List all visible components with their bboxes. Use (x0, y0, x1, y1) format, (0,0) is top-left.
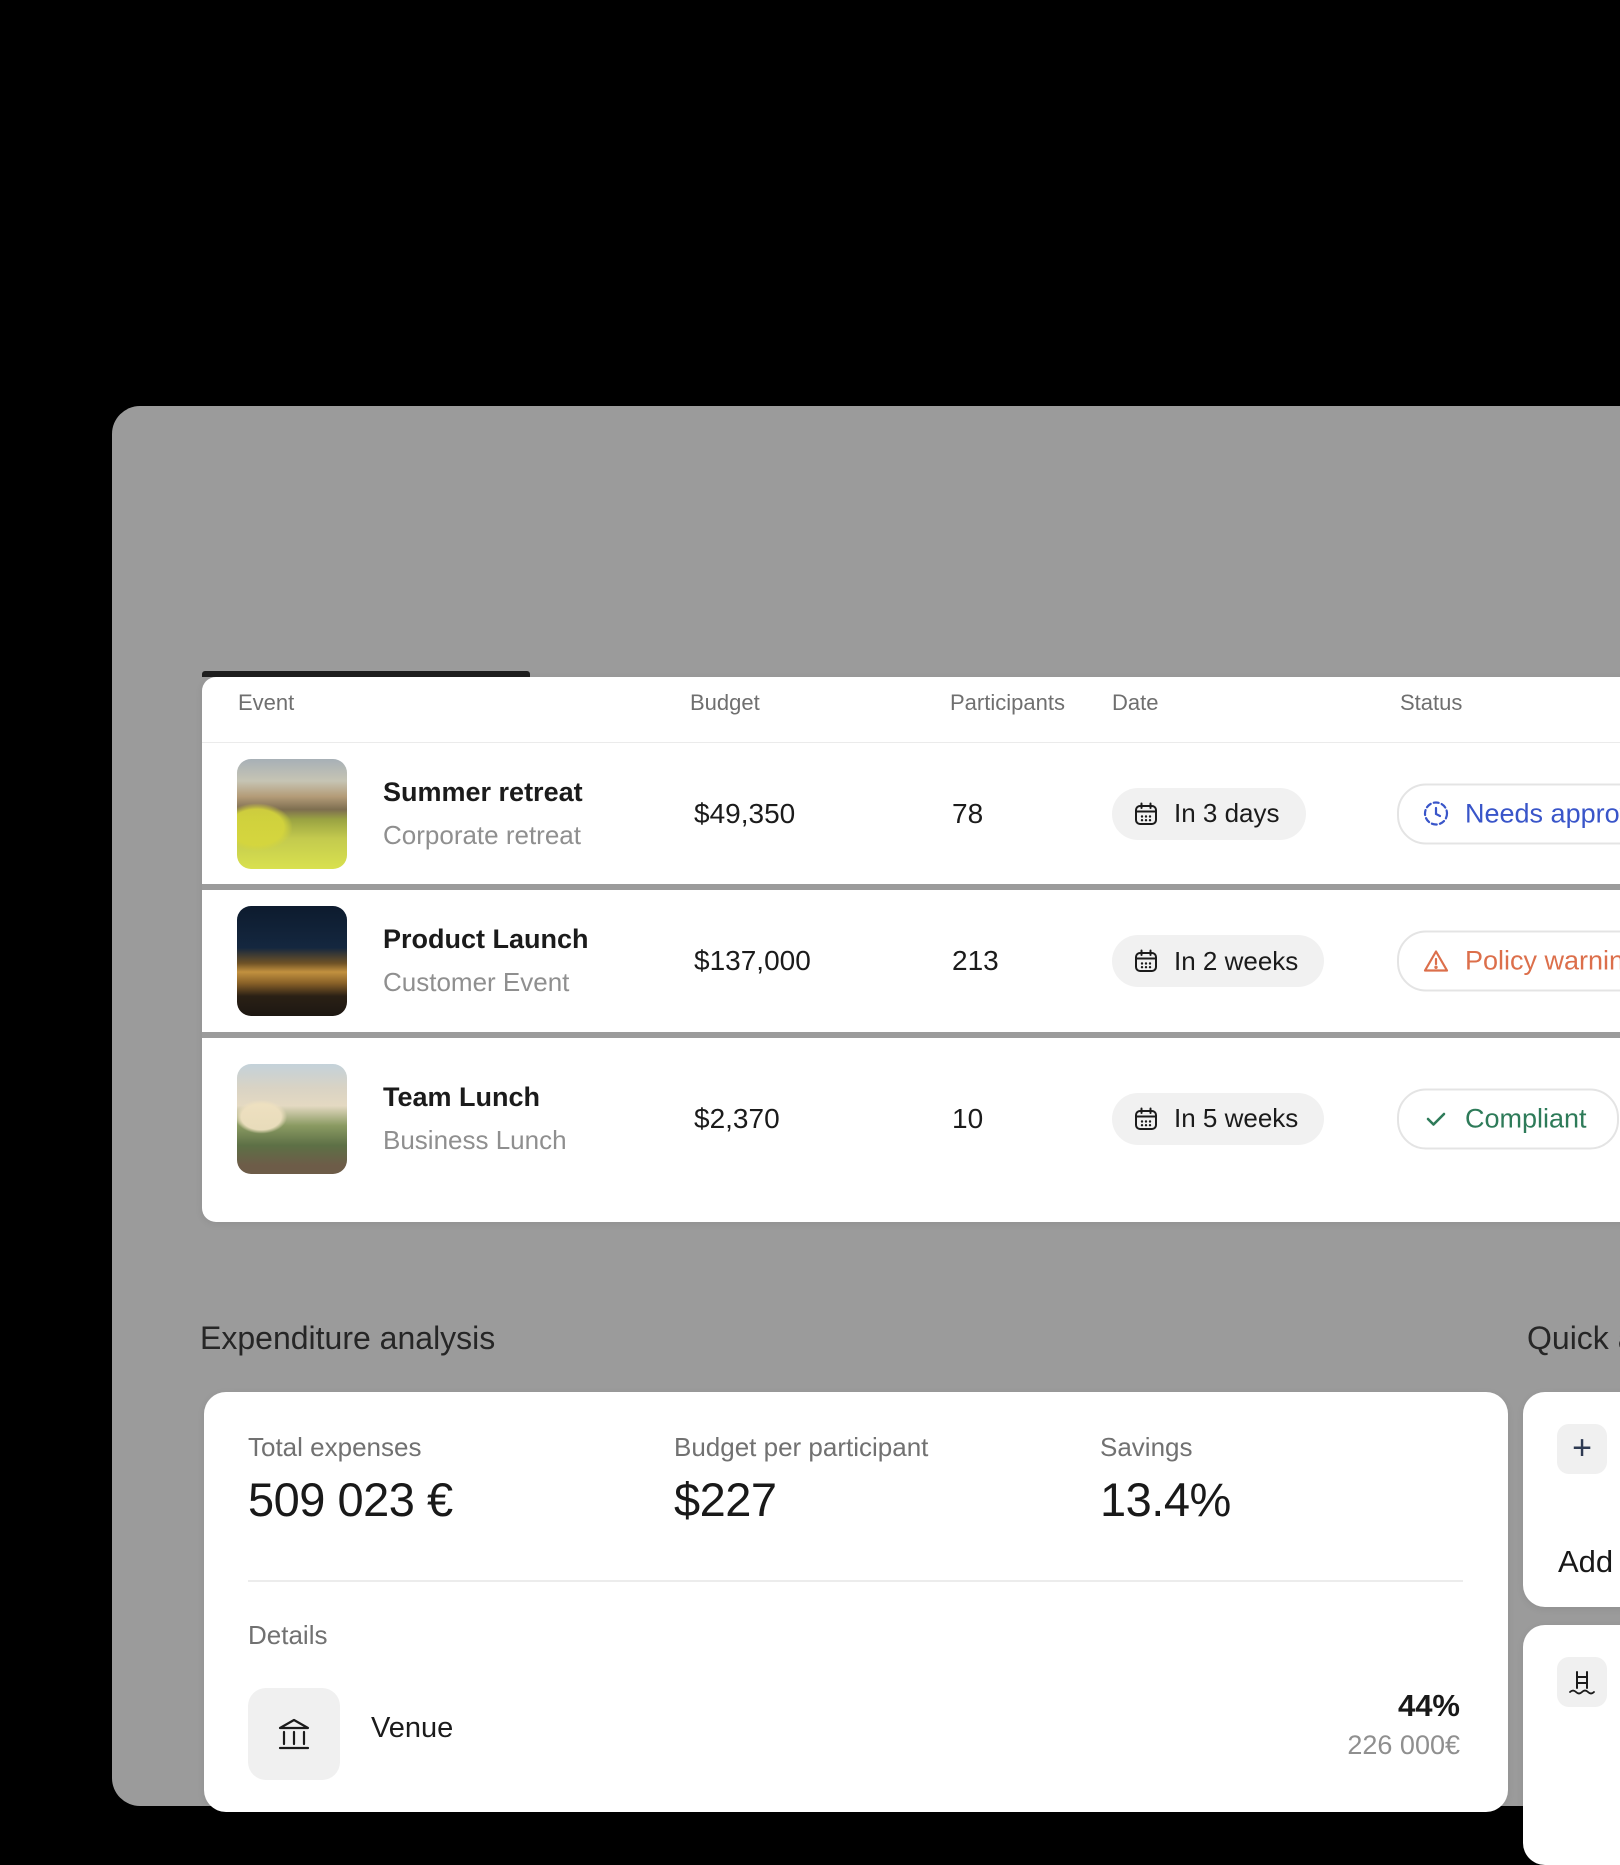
column-header-date: Date (1112, 690, 1158, 716)
column-header-budget: Budget (690, 690, 760, 716)
expenditure-analysis-card: Total expenses 509 023 € Budget per part… (204, 1392, 1508, 1812)
pool-ladder-icon (1566, 1666, 1598, 1698)
event-thumbnail-villa (237, 759, 347, 869)
pool-icon-tile (1557, 1657, 1607, 1707)
event-title: Summer retreat (383, 777, 583, 808)
status-badge-policy-warning: Policy warning (1397, 931, 1620, 992)
calendar-icon (1132, 947, 1160, 975)
stat-value-total-expenses: 509 023 € (248, 1472, 453, 1527)
detail-row-venue[interactable]: Venue 44% 226 000€ (204, 1680, 1508, 1780)
status-badge-compliant: Compliant (1397, 1088, 1619, 1149)
event-subtitle: Business Lunch (383, 1125, 567, 1156)
column-header-participants: Participants (950, 690, 1065, 716)
quick-action-label: Add event (1558, 1544, 1620, 1580)
check-icon (1421, 1104, 1451, 1134)
table-row-team-lunch[interactable]: Team Lunch Business Lunch $2,370 10 In 5… (202, 1038, 1620, 1222)
event-participants: 78 (952, 798, 983, 830)
status-badge-needs-approval: Needs approval (1397, 783, 1620, 844)
status-label: Policy warning (1465, 946, 1620, 977)
status-label: Compliant (1465, 1103, 1587, 1134)
event-budget: $49,350 (694, 798, 795, 830)
calendar-icon (1132, 1105, 1160, 1133)
event-thumbnail-terrace (237, 1064, 347, 1174)
analysis-divider (248, 1580, 1463, 1582)
pending-clock-icon (1421, 799, 1451, 829)
expenditure-analysis-heading: Expenditure analysis (200, 1320, 495, 1357)
event-date-label: In 2 weeks (1174, 946, 1298, 977)
column-header-status: Status (1400, 690, 1462, 716)
stat-value-budget-per-participant: $227 (674, 1472, 777, 1527)
event-participants: 10 (952, 1103, 983, 1135)
event-title: Team Lunch (383, 1082, 540, 1113)
event-date-label: In 5 weeks (1174, 1103, 1298, 1134)
stat-value-savings: 13.4% (1100, 1472, 1231, 1527)
stat-label-savings: Savings (1100, 1432, 1193, 1463)
event-budget: $137,000 (694, 945, 811, 977)
event-subtitle: Customer Event (383, 967, 569, 998)
detail-percent: 44% (1347, 1688, 1460, 1724)
details-label: Details (248, 1620, 327, 1651)
detail-amount: 226 000€ (1347, 1730, 1460, 1761)
calendar-icon (1132, 800, 1160, 828)
event-budget: $2,370 (694, 1103, 780, 1135)
event-date-chip: In 3 days (1112, 788, 1306, 840)
plus-icon: + (1572, 1431, 1592, 1465)
quick-action-leisure[interactable] (1523, 1625, 1620, 1865)
event-date-chip: In 5 weeks (1112, 1093, 1324, 1145)
stat-label-total-expenses: Total expenses (248, 1432, 421, 1463)
column-header-event: Event (238, 690, 294, 716)
detail-name: Venue (371, 1712, 453, 1745)
table-row-summer-retreat[interactable]: Summer retreat Corporate retreat $49,350… (202, 743, 1620, 884)
event-participants: 213 (952, 945, 999, 977)
quick-actions-heading: Quick actions (1527, 1320, 1620, 1357)
event-date-label: In 3 days (1174, 798, 1280, 829)
event-title: Product Launch (383, 924, 589, 955)
event-subtitle: Corporate retreat (383, 820, 581, 851)
warning-triangle-icon (1421, 946, 1451, 976)
status-label: Needs approval (1465, 798, 1620, 829)
quick-action-add-event[interactable]: + Add event (1523, 1392, 1620, 1607)
plus-icon-tile: + (1557, 1424, 1607, 1474)
table-row-product-launch[interactable]: Product Launch Customer Event $137,000 2… (202, 890, 1620, 1032)
bank-building-icon (274, 1714, 314, 1754)
stat-label-budget-per-participant: Budget per participant (674, 1432, 928, 1463)
venue-icon-tile (248, 1688, 340, 1780)
event-date-chip: In 2 weeks (1112, 935, 1324, 987)
event-thumbnail-building-night (237, 906, 347, 1016)
